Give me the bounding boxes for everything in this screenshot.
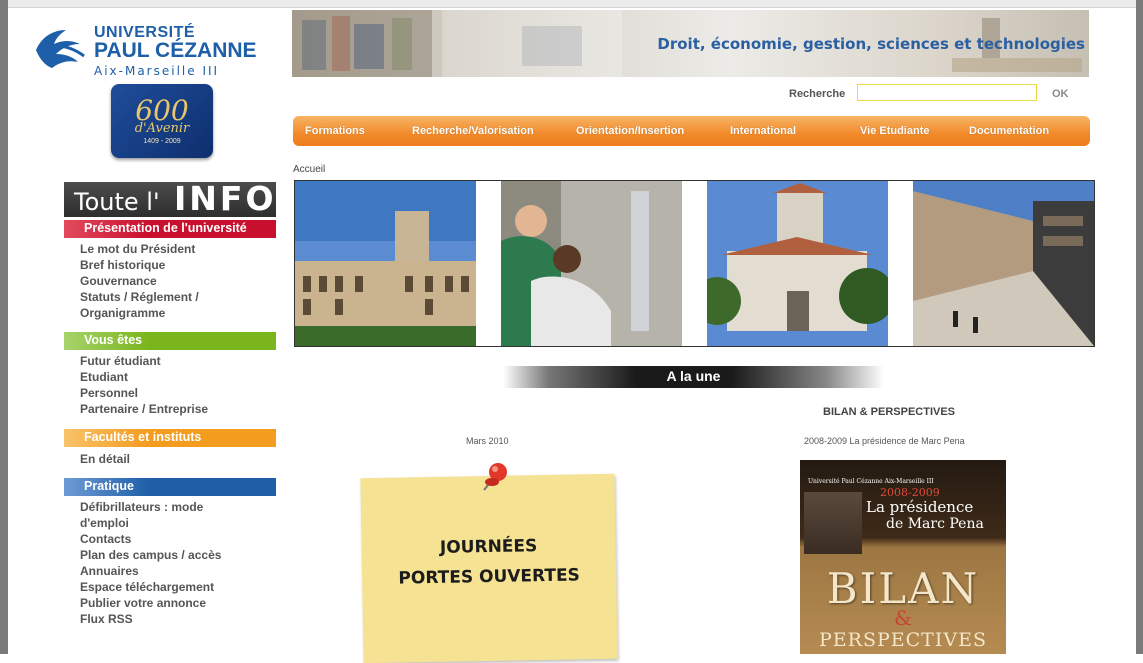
news-left-date: Mars 2010 <box>466 436 509 446</box>
link-contacts[interactable]: Contacts <box>80 531 221 547</box>
news-right-subtitle: 2008-2009 La présidence de Marc Pena <box>804 436 965 446</box>
window-left-edge <box>0 0 8 654</box>
cover-line1: La présidence <box>866 498 974 516</box>
link-annuaires[interactable]: Annuaires <box>80 563 221 579</box>
postit-line1: JOURNÉES <box>439 536 538 558</box>
cover-perspectives: PERSPECTIVES <box>819 629 987 651</box>
nav-orientation[interactable]: Orientation/Insertion <box>576 125 684 137</box>
breadcrumb[interactable]: Accueil <box>293 164 325 175</box>
headline-bar: A la une <box>503 366 884 388</box>
section-title-pratique: Pratique <box>84 479 135 493</box>
postit-line2: PORTES OUVERTES <box>398 565 581 589</box>
link-bref-historique[interactable]: Bref historique <box>80 257 199 273</box>
cover-publisher: Université Paul Cézanne Aix-Marseille II… <box>808 478 934 485</box>
link-en-detail[interactable]: En détail <box>80 451 130 467</box>
bilan-book-cover[interactable]: Université Paul Cézanne Aix-Marseille II… <box>800 460 1006 654</box>
main-nav: Formations Recherche/Valorisation Orient… <box>293 116 1090 146</box>
section-title-vous-etes: Vous êtes <box>84 333 143 347</box>
news-right-title[interactable]: BILAN & PERSPECTIVES <box>823 406 955 418</box>
cover-line2: de Marc Pena <box>886 516 984 532</box>
section-presentation: Présentation de l'université <box>64 220 276 238</box>
portes-ouvertes-postit[interactable]: JOURNÉES PORTES OUVERTES <box>360 473 618 663</box>
search-input[interactable] <box>857 84 1037 101</box>
link-flux-rss[interactable]: Flux RSS <box>80 611 221 627</box>
header-banner: Droit, économie, gestion, sciences et te… <box>292 10 1089 77</box>
link-defibrillateurs[interactable]: Défibrillateurs : mode <box>80 499 221 515</box>
banner-tagline: Droit, économie, gestion, sciences et te… <box>657 35 1085 53</box>
toute-info-prefix: Toute l' <box>74 188 160 216</box>
logo-wings-icon <box>36 30 85 68</box>
tower-building-photo <box>707 181 888 346</box>
campus-building-photo <box>295 181 476 346</box>
section-title-presentation: Présentation de l'université <box>84 221 247 235</box>
section-pratique: Pratique <box>64 478 276 496</box>
modern-building-photo <box>913 181 1094 346</box>
logo-location: Aix-Marseille III <box>94 64 220 78</box>
postit-text: JOURNÉES PORTES OUVERTES <box>361 530 616 594</box>
push-pin-icon <box>483 463 507 491</box>
anniversary-word: d'Avenir <box>134 121 190 136</box>
window-top-edge <box>0 0 1143 8</box>
headline-title: A la une <box>666 368 721 384</box>
toute-info-word: INFO <box>174 179 277 218</box>
logo-name: PAUL CÉZANNE <box>94 39 257 62</box>
nav-international[interactable]: International <box>730 125 796 137</box>
section-facultes: Facultés et instituts <box>64 429 276 447</box>
link-partenaire[interactable]: Partenaire / Entreprise <box>80 401 208 417</box>
search-label: Recherche <box>789 88 846 100</box>
nav-recherche[interactable]: Recherche/Valorisation <box>412 125 534 137</box>
link-defibrillateurs-cont[interactable]: d'emploi <box>80 515 221 531</box>
cover-portrait-image <box>804 492 862 554</box>
links-pratique: Défibrillateurs : mode d'emploi Contacts… <box>80 499 221 627</box>
search-ok-button[interactable]: OK <box>1052 88 1069 100</box>
toute-info-header: Toute l' INFO <box>64 182 276 217</box>
nav-documentation[interactable]: Documentation <box>969 125 1049 137</box>
laboratory-photo <box>501 181 682 346</box>
links-vous-etes: Futur étudiant Etudiant Personnel Parten… <box>80 353 208 417</box>
university-logo[interactable]: UNIVERSITÉ PAUL CÉZANNE Aix-Marseille II… <box>32 20 262 80</box>
link-futur-etudiant[interactable]: Futur étudiant <box>80 353 208 369</box>
links-facultes: En détail <box>80 451 130 467</box>
anniversary-badge[interactable]: 600 d'Avenir 1409 - 2009 <box>111 84 213 158</box>
link-organigramme[interactable]: Organigramme <box>80 305 199 321</box>
anniversary-dates: 1409 - 2009 <box>143 138 181 145</box>
link-statuts[interactable]: Statuts / Réglement / <box>80 289 199 305</box>
links-presentation: Le mot du Président Bref historique Gouv… <box>80 241 199 321</box>
link-plan-campus[interactable]: Plan des campus / accès <box>80 547 221 563</box>
nav-formations[interactable]: Formations <box>305 125 365 137</box>
link-etudiant[interactable]: Etudiant <box>80 369 208 385</box>
link-personnel[interactable]: Personnel <box>80 385 208 401</box>
nav-vie-etudiante[interactable]: Vie Etudiante <box>860 125 929 137</box>
cover-ampersand: & <box>894 606 912 630</box>
section-vous-etes: Vous êtes <box>64 332 276 350</box>
link-gouvernance[interactable]: Gouvernance <box>80 273 199 289</box>
link-publier-annonce[interactable]: Publier votre annonce <box>80 595 221 611</box>
campus-photo-strip <box>294 180 1095 347</box>
window-right-edge <box>1136 0 1143 654</box>
link-espace-telechargement[interactable]: Espace téléchargement <box>80 579 221 595</box>
link-mot-president[interactable]: Le mot du Président <box>80 241 199 257</box>
section-title-facultes: Facultés et instituts <box>84 430 202 444</box>
